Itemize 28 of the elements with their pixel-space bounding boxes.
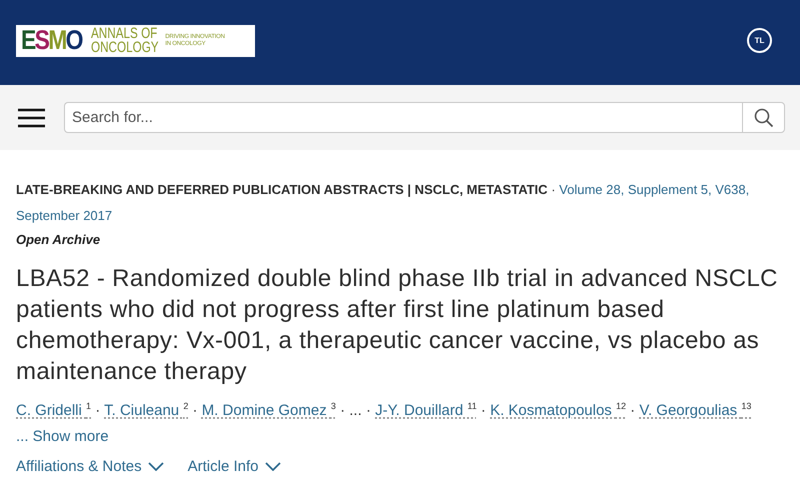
section-toggle[interactable]: Affiliations & Notes xyxy=(16,458,164,475)
article-title: LBA52 - Randomized double blind phase IIb trial in advanced NSCLC patients who did not progress after first line platinum based chemotherapy: Vx-001, a therapeutic cancer vaccine, vs placebo as maintenance therapy xyxy=(16,264,779,387)
article-source: LATE-BREAKING AND DEFERRED PUBLICATION ABSTRACTS | NSCLC, METASTATIC · Volume 28, Supplement 5, V638, September 2017 xyxy=(16,181,750,225)
user-avatar[interactable]: TL xyxy=(747,28,772,53)
show-more-link[interactable]: ... Show more xyxy=(16,424,109,450)
chevron-icon xyxy=(264,462,280,471)
search-button[interactable] xyxy=(742,102,785,133)
logo-mark: ESMO xyxy=(21,27,82,54)
section-toggle[interactable]: Article Info xyxy=(188,458,280,475)
separator-dot: · xyxy=(340,402,346,419)
author-link[interactable]: K. Kosmatopoulos $^{12}$ xyxy=(490,402,626,419)
search-field[interactable]: Search for... xyxy=(64,102,742,133)
search-icon xyxy=(754,108,774,128)
author-link[interactable]: J-Y. Douillard $^{11}$ xyxy=(375,402,477,419)
separator-dot: · xyxy=(630,402,636,419)
separator-dot: · xyxy=(95,402,100,419)
separator-dot: · xyxy=(480,402,486,419)
menu-icon[interactable] xyxy=(18,108,45,128)
separator-dot: · xyxy=(366,402,371,419)
chevron-icon xyxy=(148,462,164,471)
access-label: Open Archive xyxy=(16,231,102,249)
author-link[interactable]: M. Domine Gomez $^{3}$ xyxy=(202,402,336,419)
logo-name: ANNALS OF ONCOLOGY xyxy=(90,26,158,54)
author-link[interactable]: C. Gridelli $^{1}$ xyxy=(16,402,92,419)
author-ellipsis: ... xyxy=(349,402,362,419)
author-link[interactable]: T. Ciuleanu $^{2}$ xyxy=(104,402,188,419)
author-link[interactable]: V. Georgoulias $^{13}$ xyxy=(639,402,752,419)
separator-dot: · xyxy=(192,402,198,419)
